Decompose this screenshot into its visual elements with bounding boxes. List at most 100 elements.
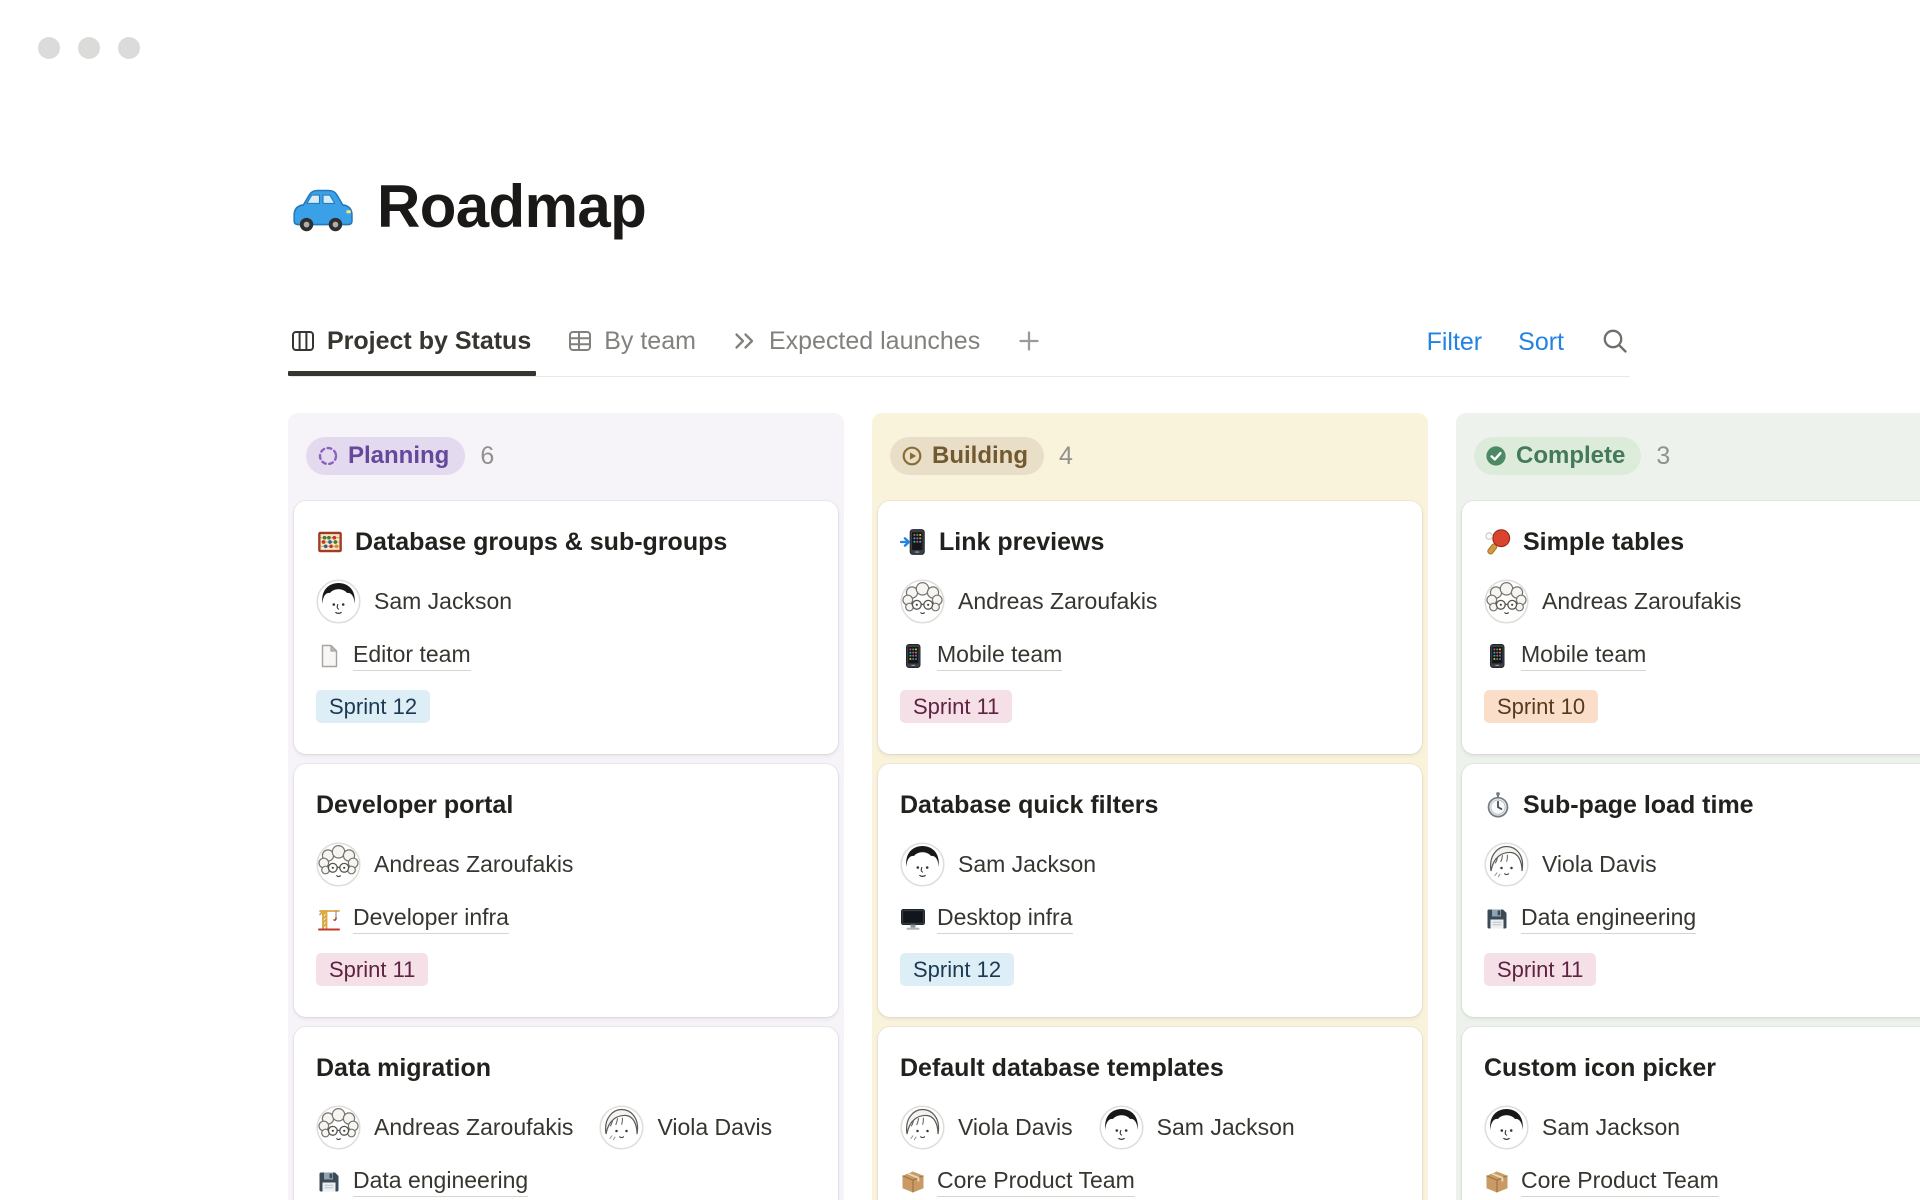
column-header: Planning 6	[294, 437, 838, 475]
assignee-name: Viola Davis	[657, 1114, 772, 1141]
assignee-row: Andreas Zaroufakis	[900, 579, 1400, 624]
team-row: Mobile team	[900, 641, 1400, 671]
card-title: Simple tables	[1523, 526, 1684, 558]
sort-button[interactable]: Sort	[1518, 327, 1564, 357]
team-row: Editor team	[316, 641, 816, 671]
floppy-emoji	[1484, 906, 1510, 932]
window-control-dot	[78, 37, 100, 59]
team-row: Developer infra	[316, 904, 816, 934]
kanban-board: Planning6Database groups & sub-groupsSam…	[288, 413, 1920, 1200]
column-count: 3	[1656, 442, 1670, 471]
card-list: Link previews Andreas Zaroufakis Mobile te…	[878, 501, 1422, 1200]
double-chevron-icon	[732, 328, 758, 354]
team-relation-link[interactable]: Core Product Team	[937, 1167, 1135, 1197]
card-title: Link previews	[939, 526, 1104, 558]
page-header: Roadmap	[289, 172, 646, 241]
card[interactable]: Developer portal Andreas Zaroufakis Develo…	[294, 764, 838, 1017]
team-relation-link[interactable]: Data engineering	[353, 1167, 528, 1197]
window-controls	[38, 37, 140, 59]
view-tabbar: Project by Status By team Expected launche…	[290, 324, 1630, 377]
assignee-name: Andreas Zaroufakis	[374, 1114, 573, 1141]
card-title-row: Database groups & sub-groups	[316, 526, 816, 558]
status-column-planning: Planning 6 Database groups & sub-groupsSam…	[288, 413, 844, 1200]
card-title-row: Data migration	[316, 1052, 816, 1084]
team-relation-link[interactable]: Mobile team	[937, 641, 1062, 671]
card[interactable]: Data migration Andreas Zaroufakis Viola Da…	[294, 1027, 838, 1200]
filter-button[interactable]: Filter	[1427, 327, 1483, 357]
tab-label: Project by Status	[327, 327, 531, 356]
status-label: Complete	[1516, 442, 1625, 470]
package-emoji	[900, 1169, 926, 1195]
card[interactable]: Link previews Andreas Zaroufakis Mobile te…	[878, 501, 1422, 754]
team-relation-link[interactable]: Desktop infra	[937, 904, 1073, 934]
status-column-building: Building4Link previewsAndreas Zaroufakis…	[872, 413, 1428, 1200]
tab-expected-launches[interactable]: Expected launches	[732, 324, 980, 376]
avatar-andreas-zaroufakis	[900, 579, 945, 624]
tab-label: Expected launches	[769, 327, 980, 356]
window-control-dot	[118, 37, 140, 59]
card-list: Database groups & sub-groupsSam JacksonE…	[294, 501, 838, 1200]
card-title: Custom icon picker	[1484, 1052, 1716, 1084]
assignee-name: Sam Jackson	[958, 851, 1096, 878]
stopwatch-emoji	[1484, 791, 1512, 819]
column-count: 6	[480, 442, 494, 471]
avatar-viola-davis	[1484, 842, 1529, 887]
floppy-emoji	[316, 1169, 342, 1195]
card-title: Developer portal	[316, 789, 513, 821]
assignee: Viola Davis	[1484, 842, 1657, 887]
card-title-row: Custom icon picker	[1484, 1052, 1920, 1084]
status-label: Planning	[348, 442, 449, 470]
card-title: Data migration	[316, 1052, 491, 1084]
play-circle-icon	[901, 445, 923, 467]
card[interactable]: Custom icon picker Sam Jackson Core Produc…	[1462, 1027, 1920, 1200]
column-header: Complete 3	[1462, 437, 1920, 475]
tab-label: By team	[604, 327, 696, 356]
card-title-row: Link previews	[900, 526, 1400, 558]
tab-by-team[interactable]: By team	[567, 324, 696, 376]
team-relation-link[interactable]: Developer infra	[353, 904, 509, 934]
avatar-viola-davis	[599, 1105, 644, 1150]
desktop-emoji	[900, 906, 926, 932]
board-toolbar: Filter Sort	[1427, 324, 1630, 376]
status-label: Building	[932, 442, 1028, 470]
team-relation-link[interactable]: Editor team	[353, 641, 471, 671]
status-badge[interactable]: Planning	[306, 437, 465, 475]
assignee-row: Sam Jackson	[900, 842, 1400, 887]
window-control-dot	[38, 37, 60, 59]
status-column-complete: Complete 3 Simple tablesAndreas Zaroufakis…	[1456, 413, 1920, 1200]
card[interactable]: Simple tablesAndreas ZaroufakisMobile te…	[1462, 501, 1920, 754]
status-badge[interactable]: Complete	[1474, 437, 1641, 475]
team-relation-link[interactable]: Core Product Team	[1521, 1167, 1719, 1197]
assignee-name: Andreas Zaroufakis	[374, 851, 573, 878]
team-relation-link[interactable]: Mobile team	[1521, 641, 1646, 671]
assignee-row: Sam Jackson	[1484, 1105, 1920, 1150]
card-title: Database groups & sub-groups	[355, 526, 727, 558]
avatar-andreas-zaroufakis	[316, 1105, 361, 1150]
search-icon[interactable]	[1600, 326, 1630, 356]
avatar-andreas-zaroufakis	[316, 842, 361, 887]
team-relation-link[interactable]: Data engineering	[1521, 904, 1696, 934]
card[interactable]: Database quick filters Sam Jackson Desktop…	[878, 764, 1422, 1017]
card-title: Database quick filters	[900, 789, 1158, 821]
avatar-sam-jackson	[1099, 1105, 1144, 1150]
team-row: Core Product Team	[1484, 1167, 1920, 1197]
assignee: Andreas Zaroufakis	[316, 842, 573, 887]
paddle-emoji	[1484, 528, 1512, 556]
crane-emoji	[316, 906, 342, 932]
card[interactable]: Default database templatesViola DavisSam…	[878, 1027, 1422, 1200]
card-title-row: Default database templates	[900, 1052, 1400, 1084]
assignee-name: Viola Davis	[1542, 851, 1657, 878]
card[interactable]: Sub-page load time Viola Davis Data engine…	[1462, 764, 1920, 1017]
board-view-icon	[290, 328, 316, 354]
assignee-name: Viola Davis	[958, 1114, 1073, 1141]
status-badge[interactable]: Building	[890, 437, 1044, 475]
assignee-name: Andreas Zaroufakis	[958, 588, 1157, 615]
team-row: Desktop infra	[900, 904, 1400, 934]
avatar-sam-jackson	[900, 842, 945, 887]
avatar-sam-jackson	[316, 579, 361, 624]
add-view-button[interactable]	[1016, 328, 1042, 354]
card[interactable]: Database groups & sub-groupsSam JacksonE…	[294, 501, 838, 754]
card-title: Sub-page load time	[1523, 789, 1754, 821]
abacus-emoji	[316, 528, 344, 556]
tab-project-by-status[interactable]: Project by Status	[290, 324, 531, 376]
